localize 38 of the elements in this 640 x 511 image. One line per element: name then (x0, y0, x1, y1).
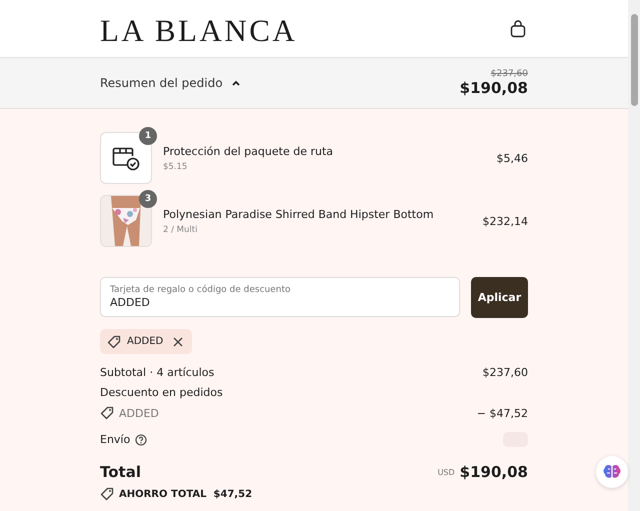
scrollbar[interactable] (628, 0, 640, 511)
item-price: $232,14 (482, 214, 528, 228)
item-name: Protección del paquete de ruta (163, 144, 334, 158)
discount-label: Descuento en pedidos (100, 386, 223, 399)
shipping-label: Envío (100, 433, 130, 446)
apply-button[interactable]: Aplicar (471, 277, 528, 318)
tag-icon (107, 334, 121, 348)
item-name: Polynesian Paradise Shirred Band Hipster Bottom (163, 208, 435, 220)
caret-icon[interactable] (230, 78, 241, 88)
total-savings: AHORRO TOTAL $47,52 (119, 488, 252, 500)
field-label: Tarjeta de regalo o código de descuento (110, 285, 292, 295)
tag-icon (100, 406, 114, 420)
quantity-badge: 3 (139, 190, 157, 208)
discount-code: ADDED (127, 336, 164, 347)
remove-icon[interactable] (173, 336, 184, 346)
discount-code-input[interactable]: ADDED (110, 296, 450, 309)
total-price: $190,08 (460, 79, 528, 97)
total-label: Total (100, 463, 141, 481)
order-summary-toggle[interactable]: Resumen del pedido (100, 76, 241, 90)
help-icon[interactable] (135, 434, 148, 446)
scrollbar-thumb[interactable] (630, 14, 638, 106)
discount-code: ADDED (119, 406, 159, 420)
item-price: $5,46 (496, 152, 528, 164)
currency-code: USD (438, 468, 455, 476)
savings-tag-icon (100, 487, 114, 501)
total-amount: $190,08 (460, 463, 528, 481)
package-check-icon (112, 145, 140, 171)
original-price: $237,60 (490, 69, 528, 79)
shopping-bag-icon[interactable] (510, 20, 526, 38)
brain-icon (603, 464, 621, 480)
quantity-badge: 1 (139, 127, 157, 145)
logo[interactable]: LA BLANCA (100, 12, 298, 46)
discount-code-field[interactable]: Tarjeta de regalo o código de descuento ADDED (100, 277, 460, 317)
item-detail: $5.15 (163, 162, 188, 172)
discount-amount: − $47,52 (476, 406, 528, 420)
item-detail: 2 / Multi (163, 224, 198, 234)
subtotal-label: Subtotal · 4 artículos (100, 366, 214, 379)
subtotal-amount: $237,60 (482, 366, 528, 379)
